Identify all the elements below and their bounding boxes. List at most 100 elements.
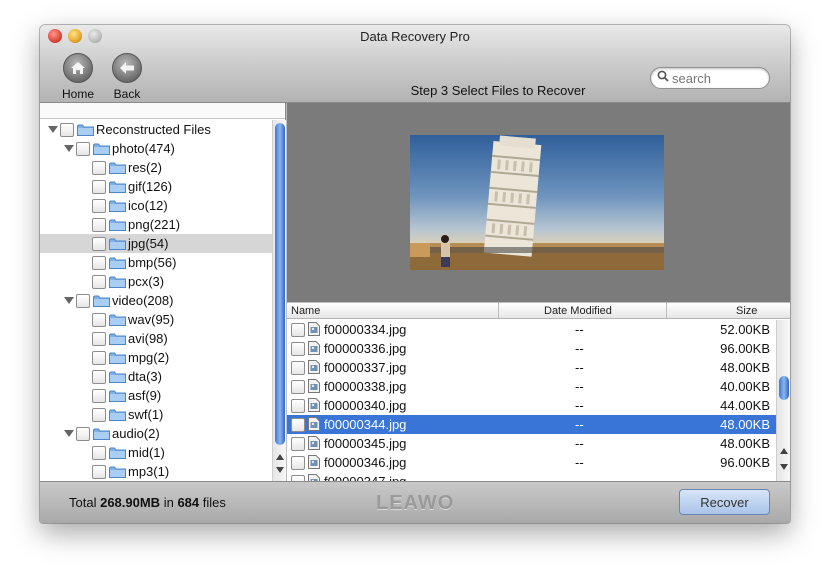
tree-item[interactable]: mpg(2) (40, 348, 272, 367)
column-header-date[interactable]: Date Modified (544, 305, 612, 317)
file-checkbox[interactable] (291, 418, 305, 432)
disclosure-triangle-icon[interactable] (64, 145, 74, 152)
file-checkbox[interactable] (291, 361, 305, 375)
tree-scrollbar[interactable] (272, 120, 286, 481)
tree-item[interactable]: video(208) (40, 291, 272, 310)
tree-checkbox[interactable] (60, 122, 74, 137)
tree-checkbox[interactable] (92, 407, 106, 422)
tree-checkbox[interactable] (92, 217, 106, 232)
tree-item[interactable]: avi(98) (40, 329, 272, 348)
tree-scroll-thumb[interactable] (275, 123, 285, 445)
total-summary: Total 268.90MB in 684 files (69, 495, 226, 510)
column-header-size[interactable]: Size (736, 305, 757, 317)
back-button[interactable]: Back (104, 53, 150, 101)
image-file-icon (308, 455, 320, 469)
toolbar: Data Recovery Pro Home Back Step 3 Selec… (40, 25, 790, 103)
recover-button[interactable]: Recover (679, 489, 770, 515)
tree-item[interactable]: audio(2) (40, 424, 272, 443)
file-checkbox[interactable] (291, 456, 305, 470)
tree-item[interactable]: png(221) (40, 215, 272, 234)
file-name: f00000337.jpg (324, 360, 407, 375)
tree-item[interactable]: pcx(3) (40, 272, 272, 291)
tree-item[interactable]: res(2) (40, 158, 272, 177)
disclosure-triangle-icon[interactable] (64, 430, 74, 437)
tree-checkbox[interactable] (76, 293, 90, 308)
preview-image (410, 135, 664, 270)
tree-item[interactable]: wav(95) (40, 310, 272, 329)
tree-item[interactable]: asf(9) (40, 386, 272, 405)
tree-checkbox[interactable] (92, 312, 106, 327)
table-row[interactable]: f00000340.jpg -- 44.00KB (287, 396, 776, 415)
file-size: 48.00KB (720, 417, 770, 432)
folder-icon (109, 181, 126, 193)
tree-item-label: audio(2) (112, 426, 160, 441)
tree-checkbox[interactable] (92, 160, 106, 175)
tree-item-label: png(221) (128, 217, 181, 232)
status-bar: Total 268.90MB in 684 files LEAWO Recove… (40, 481, 790, 523)
image-file-icon (308, 436, 320, 450)
folder-icon (109, 390, 126, 402)
file-checkbox[interactable] (291, 342, 305, 356)
table-row[interactable]: f00000345.jpg -- 48.00KB (287, 434, 776, 453)
tree-checkbox[interactable] (92, 445, 106, 460)
tree-checkbox[interactable] (92, 350, 106, 365)
tree-item[interactable]: mp3(1) (40, 462, 272, 481)
tree-checkbox[interactable] (92, 179, 106, 194)
tree-checkbox[interactable] (92, 331, 106, 346)
image-file-icon (308, 379, 320, 393)
tree-checkbox[interactable] (92, 274, 106, 289)
table-row[interactable]: f00000344.jpg -- 48.00KB (287, 415, 776, 434)
table-row[interactable]: f00000337.jpg -- 48.00KB (287, 358, 776, 377)
scroll-up-arrow-icon[interactable] (276, 454, 284, 460)
file-checkbox[interactable] (291, 323, 305, 337)
tree-item[interactable]: gif(126) (40, 177, 272, 196)
file-checkbox[interactable] (291, 399, 305, 413)
table-row[interactable]: f00000347.jpg -- (287, 472, 776, 481)
tree-checkbox[interactable] (92, 236, 106, 251)
list-scroll-down-arrow-icon[interactable] (780, 464, 788, 470)
search-input[interactable] (672, 70, 762, 86)
folder-icon (109, 314, 126, 326)
table-row[interactable]: f00000346.jpg -- 96.00KB (287, 453, 776, 472)
tree-item[interactable]: bmp(56) (40, 253, 272, 272)
list-scroll-up-arrow-icon[interactable] (780, 448, 788, 454)
search-box[interactable] (650, 67, 770, 89)
tree-checkbox[interactable] (76, 426, 90, 441)
home-button[interactable]: Home (55, 53, 101, 101)
disclosure-triangle-icon[interactable] (48, 126, 58, 133)
file-list-scroll-thumb[interactable] (779, 376, 789, 400)
file-size: 52.00KB (720, 322, 770, 337)
tree-checkbox[interactable] (92, 464, 106, 479)
file-date: -- (575, 417, 584, 432)
tree-checkbox[interactable] (76, 141, 90, 156)
tree-item[interactable]: Reconstructed Files (40, 120, 272, 139)
tree-item[interactable]: photo(474) (40, 139, 272, 158)
table-row[interactable]: f00000338.jpg -- 40.00KB (287, 377, 776, 396)
tree-checkbox[interactable] (92, 369, 106, 384)
preview-pane (287, 103, 790, 302)
tree-item[interactable]: mid(1) (40, 443, 272, 462)
folder-icon (109, 200, 126, 212)
tree-checkbox[interactable] (92, 198, 106, 213)
column-header-name[interactable]: Name (291, 305, 320, 317)
image-file-icon (308, 474, 320, 481)
file-list-scrollbar[interactable] (776, 320, 790, 481)
tree-item[interactable]: jpg(54) (40, 234, 272, 253)
table-row[interactable]: f00000336.jpg -- 96.00KB (287, 339, 776, 358)
disclosure-triangle-icon[interactable] (64, 297, 74, 304)
file-name: f00000347.jpg (324, 474, 406, 481)
file-checkbox[interactable] (291, 437, 305, 451)
tree-checkbox[interactable] (92, 388, 106, 403)
scroll-down-arrow-icon[interactable] (276, 467, 284, 473)
tree-item[interactable]: ico(12) (40, 196, 272, 215)
tree-item[interactable]: dta(3) (40, 367, 272, 386)
tree-item[interactable]: swf(1) (40, 405, 272, 424)
table-row[interactable]: f00000334.jpg -- 52.00KB (287, 320, 776, 339)
file-checkbox[interactable] (291, 380, 305, 394)
tree-checkbox[interactable] (92, 255, 106, 270)
tree-item-label: pcx(3) (128, 274, 165, 289)
file-date: -- (575, 322, 584, 337)
file-list-header: Name Date Modified Size (287, 303, 790, 319)
